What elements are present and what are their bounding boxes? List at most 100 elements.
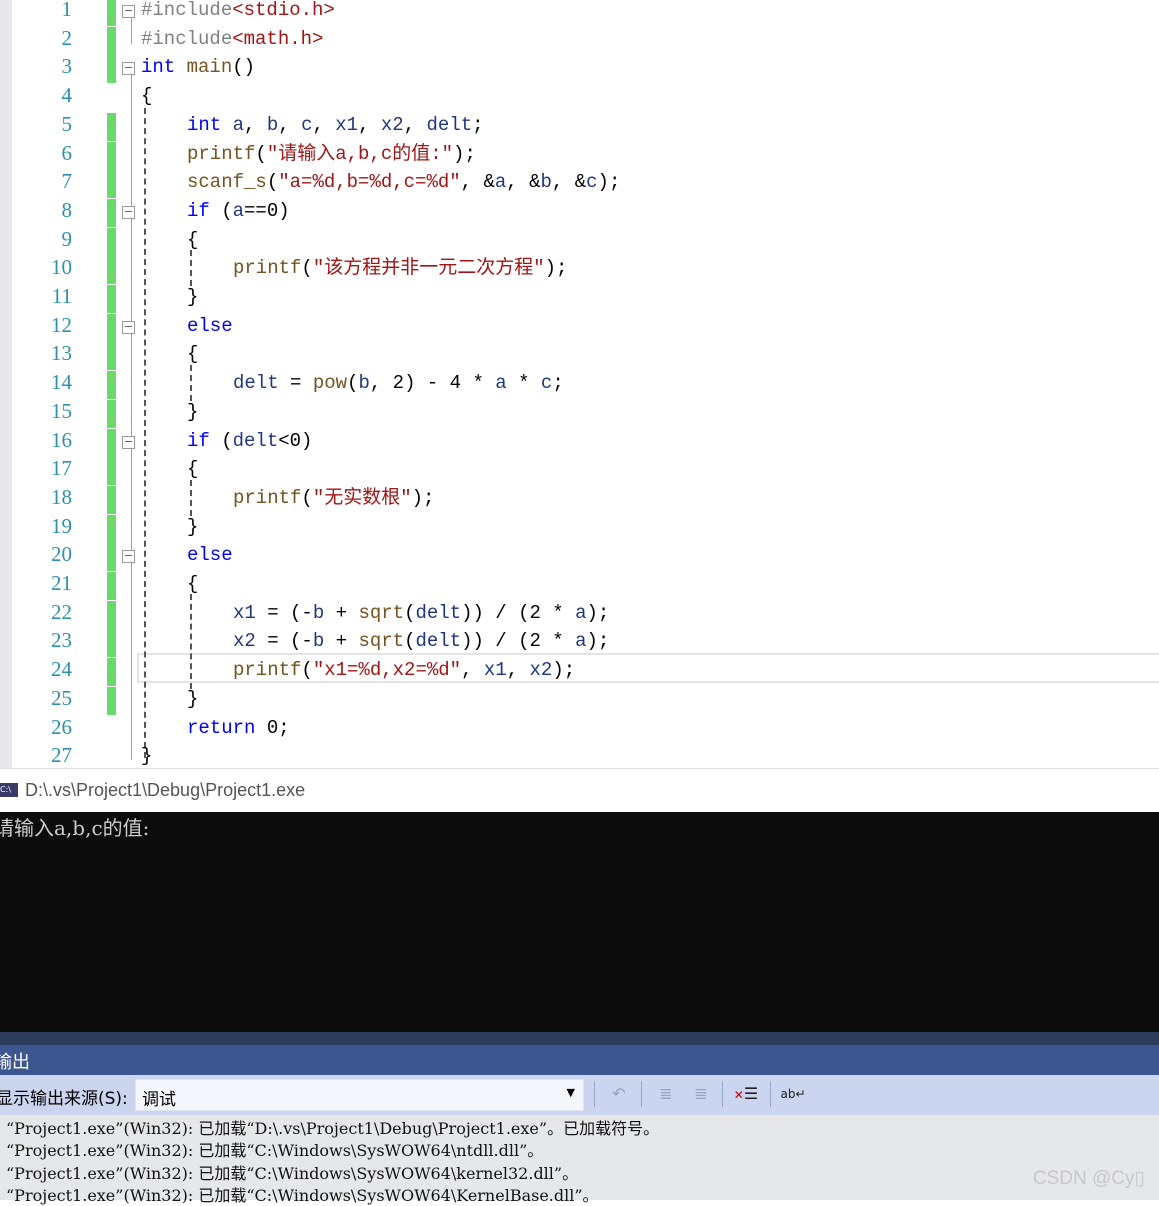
console-app-icon: C:\ xyxy=(0,783,18,797)
collapse-icon[interactable]: − xyxy=(122,5,135,18)
collapse-icon[interactable]: − xyxy=(122,62,135,76)
line-number: 19 xyxy=(51,513,72,538)
output-source-dropdown[interactable]: 调试 ▼ xyxy=(135,1079,584,1111)
divider xyxy=(641,1081,642,1107)
code-token: a xyxy=(232,113,245,136)
change-indicator xyxy=(107,686,116,715)
find-message-in-code-icon[interactable]: ↶ xyxy=(606,1081,632,1107)
code-token: sqrt xyxy=(358,630,405,653)
collapse-icon[interactable]: − xyxy=(122,320,135,334)
previous-message-icon[interactable]: ≣ xyxy=(653,1081,679,1107)
code-line[interactable]: int a, b, c, x1, x2, delt; xyxy=(187,111,484,139)
code-token: else xyxy=(187,314,233,337)
code-token: a xyxy=(495,372,507,395)
code-line[interactable]: printf("无实数根"); xyxy=(233,484,434,512)
indent-guide xyxy=(190,365,192,401)
code-line[interactable]: { xyxy=(187,226,198,254)
code-line[interactable]: { xyxy=(187,570,198,598)
code-token: )) / (2 * xyxy=(461,630,576,653)
code-token: delt xyxy=(233,372,279,395)
console-output: 请输入a,b,c的值: xyxy=(0,816,150,840)
collapse-icon[interactable]: − xyxy=(122,435,135,449)
code-token: , xyxy=(403,113,427,136)
code-token: else xyxy=(187,544,233,567)
code-token: ; xyxy=(552,372,564,395)
collapse-icon[interactable]: − xyxy=(122,550,135,564)
output-panel-title: 输出 xyxy=(0,1052,30,1073)
change-indicator xyxy=(107,457,116,486)
code-line[interactable]: if (a==0) xyxy=(187,197,290,225)
code-line[interactable]: printf("x1=%d,x2=%d", x1, x2); xyxy=(233,656,575,684)
code-line[interactable]: { xyxy=(187,340,198,368)
code-line[interactable]: delt = pow(b, 2) - 4 * a * c; xyxy=(233,369,564,397)
code-token: + xyxy=(324,601,359,624)
line-number: 14 xyxy=(51,370,72,395)
code-token: ( xyxy=(301,257,313,280)
code-token: ; xyxy=(472,113,484,136)
code-line[interactable]: x1 = (-b + sqrt(delt)) / (2 * a); xyxy=(233,599,609,627)
code-line[interactable]: } xyxy=(187,685,198,713)
code-line[interactable]: printf("该方程并非一元二次方程"); xyxy=(233,254,567,282)
code-token: scanf_s xyxy=(187,171,267,194)
word-wrap-icon[interactable]: ab↵ xyxy=(780,1081,806,1107)
line-number: 10 xyxy=(51,255,72,280)
code-line[interactable]: printf("请输入a,b,c的值:"); xyxy=(187,140,476,168)
code-line[interactable]: { xyxy=(141,82,152,110)
output-line: “Project1.exe”(Win32): 已加载“C:\Windows\Sy… xyxy=(6,1141,544,1160)
code-line[interactable]: else xyxy=(187,312,233,340)
line-number: 1 xyxy=(61,0,73,21)
code-token: "请输入a,b,c的值:" xyxy=(266,142,454,165)
line-number: 3 xyxy=(61,54,73,79)
code-token: ); xyxy=(544,257,568,280)
code-token: )) / (2 * xyxy=(461,601,576,624)
code-line[interactable]: } xyxy=(141,742,152,768)
code-line[interactable]: } xyxy=(187,398,198,426)
change-indicator xyxy=(107,198,116,227)
code-token: int xyxy=(187,113,222,136)
clear-all-icon[interactable]: ✕☰ xyxy=(733,1081,759,1107)
code-token: int xyxy=(141,56,176,79)
line-number: 24 xyxy=(51,657,72,682)
code-token: () xyxy=(232,56,256,79)
code-token: ( xyxy=(266,171,279,194)
code-line[interactable]: return 0; xyxy=(187,714,290,742)
code-line[interactable]: } xyxy=(187,283,198,311)
code-token: pow xyxy=(312,372,348,395)
output-source-value: 调试 xyxy=(142,1090,176,1110)
collapse-icon[interactable]: − xyxy=(122,205,135,219)
code-token: ); xyxy=(453,142,476,165)
code-line[interactable]: x2 = (-b + sqrt(delt)) / (2 * a); xyxy=(233,627,609,655)
console-window-titlebar[interactable]: C:\ D:\.vs\Project1\Debug\Project1.exe xyxy=(0,768,1159,813)
code-line[interactable]: #include<math.h> xyxy=(141,25,323,53)
code-token: delt xyxy=(415,630,462,653)
code-line[interactable]: } xyxy=(187,513,198,541)
code-token: b xyxy=(540,171,552,194)
code-token: b xyxy=(266,113,279,136)
code-token: } xyxy=(187,515,199,538)
change-indicator xyxy=(107,342,116,371)
line-number: 11 xyxy=(51,284,72,308)
code-token: } xyxy=(187,286,199,308)
line-number: 23 xyxy=(51,628,72,653)
code-token: main xyxy=(186,56,233,79)
code-line[interactable]: scanf_s("a=%d,b=%d,c=%d", &a, &b, &c); xyxy=(187,168,620,196)
change-indicator xyxy=(107,55,116,84)
code-line[interactable]: if (delt<0) xyxy=(187,427,312,455)
console-window[interactable]: 请输入a,b,c的值: xyxy=(0,812,1159,1032)
code-token: a xyxy=(575,630,587,653)
code-line[interactable]: #include<stdio.h> xyxy=(141,0,335,24)
change-indicator xyxy=(107,141,116,170)
code-line[interactable]: int main() xyxy=(141,53,255,81)
code-token: ( xyxy=(404,601,416,624)
output-text-area[interactable]: “Project1.exe”(Win32): 已加载“D:\.vs\Projec… xyxy=(0,1115,1159,1205)
code-token: = xyxy=(278,372,313,395)
line-number: 2 xyxy=(61,25,73,50)
code-token: , & xyxy=(460,171,495,194)
next-message-icon[interactable]: ≣ xyxy=(688,1081,714,1107)
panel-splitter[interactable] xyxy=(0,1032,1159,1045)
code-line[interactable]: { xyxy=(187,455,198,483)
code-editor[interactable]: 1− #include<stdio.h> 2 #include<math.h> 3− in… xyxy=(0,0,1159,768)
code-token: x2 xyxy=(233,630,256,653)
code-line[interactable]: else xyxy=(187,541,233,569)
